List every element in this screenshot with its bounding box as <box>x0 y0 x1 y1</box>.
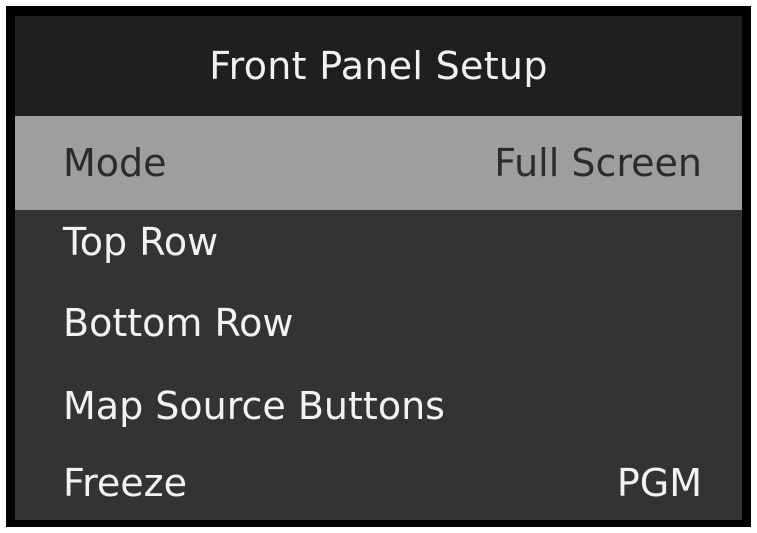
front-panel-display: Front Panel Setup Mode Full Screen Top R… <box>6 6 751 527</box>
menu-item-label: Bottom Row <box>63 301 294 345</box>
menu-item-label: Freeze <box>63 461 187 505</box>
setup-menu: Mode Full Screen Top Row Bottom Row Map … <box>15 116 742 520</box>
menu-item-top-row[interactable]: Top Row <box>15 202 742 282</box>
menu-item-mode[interactable]: Mode Full Screen <box>15 116 742 210</box>
menu-item-value: Full Screen <box>494 141 702 185</box>
menu-item-bottom-row[interactable]: Bottom Row <box>15 283 742 363</box>
menu-item-label: Map Source Buttons <box>63 384 445 428</box>
menu-item-freeze[interactable]: Freeze PGM <box>15 443 742 523</box>
menu-item-value: PGM <box>616 461 702 505</box>
menu-item-label: Mode <box>63 141 167 185</box>
menu-item-map-source-buttons[interactable]: Map Source Buttons <box>15 366 742 446</box>
menu-item-label: Top Row <box>63 220 219 264</box>
title-bar: Front Panel Setup <box>15 16 742 116</box>
page-title: Front Panel Setup <box>209 44 548 88</box>
